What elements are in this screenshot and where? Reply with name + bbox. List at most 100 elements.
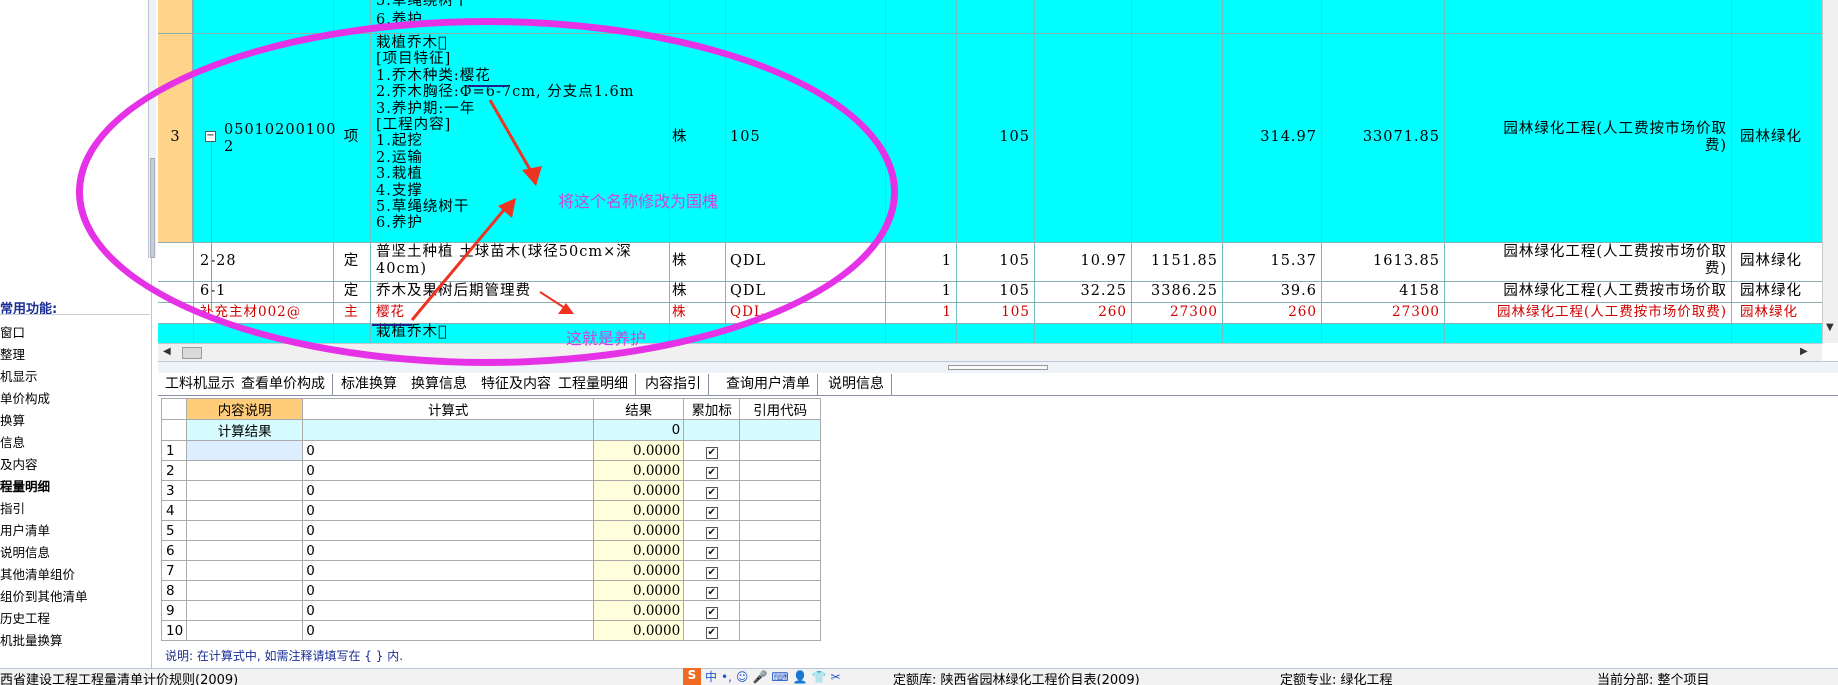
expression-cell[interactable]: 0 <box>302 440 595 461</box>
accumulate-cell[interactable]: ✔ <box>683 480 741 501</box>
table-row[interactable]: 1 0 0.0000 ✔ <box>160 440 822 461</box>
table-row[interactable]: 5 0 0.0000 ✔ <box>160 520 822 541</box>
accumulate-cell[interactable]: ✔ <box>683 440 741 461</box>
accumulate-cell[interactable]: ✔ <box>683 620 741 641</box>
accumulate-checkbox[interactable]: ✔ <box>705 466 718 479</box>
sidebar-item[interactable]: 其他清单组价 <box>0 564 88 586</box>
table-row[interactable]: 10 0 0.0000 ✔ <box>160 620 822 641</box>
ime-tool-icon[interactable]: 👕 <box>812 670 827 684</box>
ime-logo-icon[interactable]: S <box>683 668 701 685</box>
ime-tool-icon[interactable]: ✂ <box>831 670 841 684</box>
description-cell[interactable] <box>186 580 304 601</box>
ime-tool-icon[interactable]: ☺ <box>736 670 749 684</box>
description-cell[interactable] <box>186 520 304 541</box>
accumulate-cell[interactable]: ✔ <box>683 600 741 621</box>
col-header-result[interactable]: 结果 <box>593 398 685 420</box>
ref-code-cell[interactable] <box>739 460 822 481</box>
ref-code-cell[interactable] <box>739 600 822 621</box>
splitter-grip[interactable] <box>948 365 1048 370</box>
accumulate-cell[interactable]: ✔ <box>683 560 741 581</box>
sidebar-item[interactable]: 说明信息 <box>0 542 88 564</box>
table-row[interactable]: 8 0 0.0000 ✔ <box>160 580 822 601</box>
col-header-ref-code[interactable]: 引用代码 <box>739 398 822 420</box>
tab-5[interactable]: 工程量明细 <box>551 374 636 396</box>
expression-cell[interactable]: 0 <box>302 460 595 481</box>
sidebar-item[interactable]: 整理 <box>0 344 88 366</box>
expression-cell[interactable]: 0 <box>302 500 595 521</box>
tab-1[interactable]: 查看单价构成 <box>234 374 333 396</box>
col-header-accumulate[interactable]: 累加标 <box>683 398 741 420</box>
tab-3[interactable]: 换算信息 <box>404 374 475 396</box>
description-cell[interactable] <box>186 620 304 641</box>
accumulate-checkbox[interactable]: ✔ <box>705 446 718 459</box>
ime-tool-icon[interactable]: 👤 <box>793 670 808 684</box>
accumulate-checkbox[interactable]: ✔ <box>705 606 718 619</box>
ref-code-cell[interactable] <box>739 540 822 561</box>
ref-code-cell[interactable] <box>739 560 822 581</box>
sidebar-item[interactable]: 用户清单 <box>0 520 88 542</box>
accumulate-cell[interactable]: ✔ <box>683 460 741 481</box>
tab-8[interactable]: 说明信息 <box>821 374 892 396</box>
ref-code-cell[interactable] <box>739 580 822 601</box>
scroll-down-icon[interactable]: ▼ <box>1826 322 1834 333</box>
description-cell[interactable] <box>186 560 304 581</box>
accumulate-cell[interactable]: ✔ <box>683 520 741 541</box>
scroll-thumb[interactable] <box>182 347 202 359</box>
sidebar-item[interactable]: 窗口 <box>0 322 88 344</box>
sidebar-item[interactable]: 信息 <box>0 432 88 454</box>
ref-code-cell[interactable] <box>739 520 822 541</box>
col-header-expression[interactable]: 计算式 <box>302 398 595 420</box>
expression-cell[interactable]: 0 <box>302 560 595 581</box>
table-row[interactable]: 4 0 0.0000 ✔ <box>160 500 822 521</box>
accumulate-checkbox[interactable]: ✔ <box>705 526 718 539</box>
sidebar-item[interactable]: 历史工程 <box>0 608 88 630</box>
tab-2[interactable]: 标准换算 <box>334 374 405 396</box>
accumulate-checkbox[interactable]: ✔ <box>705 546 718 559</box>
accumulate-checkbox[interactable]: ✔ <box>705 586 718 599</box>
expression-cell[interactable]: 0 <box>302 620 595 641</box>
sidebar-item[interactable]: 指引 <box>0 498 88 520</box>
ime-tool-icon[interactable]: 中 <box>705 668 717 685</box>
ime-tool-icon[interactable]: 🎤 <box>752 670 767 684</box>
description-cell[interactable] <box>186 460 304 481</box>
sidebar-item[interactable]: 及内容 <box>0 454 88 476</box>
description-cell[interactable] <box>186 600 304 621</box>
accumulate-checkbox[interactable]: ✔ <box>705 566 718 579</box>
tab-6[interactable]: 内容指引 <box>638 374 709 396</box>
ime-toolbar[interactable]: S 中 •, ☺ 🎤 ⌨ 👤 👕 ✂ <box>683 668 841 685</box>
vertical-scrollbar[interactable]: ▼ <box>1822 0 1838 343</box>
expression-cell[interactable]: 0 <box>302 520 595 541</box>
table-row[interactable]: 3 0 0.0000 ✔ <box>160 480 822 501</box>
sidebar-item[interactable]: 机显示 <box>0 366 88 388</box>
expression-cell[interactable]: 0 <box>302 580 595 601</box>
scroll-right-icon[interactable]: ▶ <box>1800 346 1808 357</box>
table-row[interactable]: 6 0 0.0000 ✔ <box>160 540 822 561</box>
ref-code-cell[interactable] <box>739 620 822 641</box>
accumulate-checkbox[interactable]: ✔ <box>705 626 718 639</box>
accumulate-checkbox[interactable]: ✔ <box>705 506 718 519</box>
ime-tool-icon[interactable]: •, <box>721 670 732 684</box>
accumulate-cell[interactable]: ✔ <box>683 500 741 521</box>
sidebar-item[interactable]: 程量明细 <box>0 476 88 498</box>
description-cell[interactable] <box>186 480 304 501</box>
ref-code-cell[interactable] <box>739 500 822 521</box>
sidebar-item[interactable]: 换算 <box>0 410 88 432</box>
col-header-description[interactable]: 内容说明 <box>186 398 304 420</box>
tab-7[interactable]: 查询用户清单 <box>719 374 818 396</box>
description-cell[interactable] <box>186 500 304 521</box>
accumulate-checkbox[interactable]: ✔ <box>705 486 718 499</box>
expression-cell[interactable]: 0 <box>302 480 595 501</box>
description-cell[interactable] <box>186 540 304 561</box>
tab-4[interactable]: 特征及内容 <box>474 374 559 396</box>
scroll-left-icon[interactable]: ◀ <box>163 346 171 357</box>
sidebar-item[interactable]: 机批量换算 <box>0 630 88 652</box>
tab-0[interactable]: 工料机显示 <box>158 374 243 396</box>
expression-cell[interactable]: 0 <box>302 540 595 561</box>
ref-code-cell[interactable] <box>739 480 822 501</box>
accumulate-cell[interactable]: ✔ <box>683 540 741 561</box>
table-row[interactable]: 2 0 0.0000 ✔ <box>160 460 822 481</box>
ref-code-cell[interactable] <box>739 440 822 461</box>
table-row[interactable]: 9 0 0.0000 ✔ <box>160 600 822 621</box>
table-row[interactable]: 7 0 0.0000 ✔ <box>160 560 822 581</box>
description-cell[interactable] <box>186 440 304 461</box>
